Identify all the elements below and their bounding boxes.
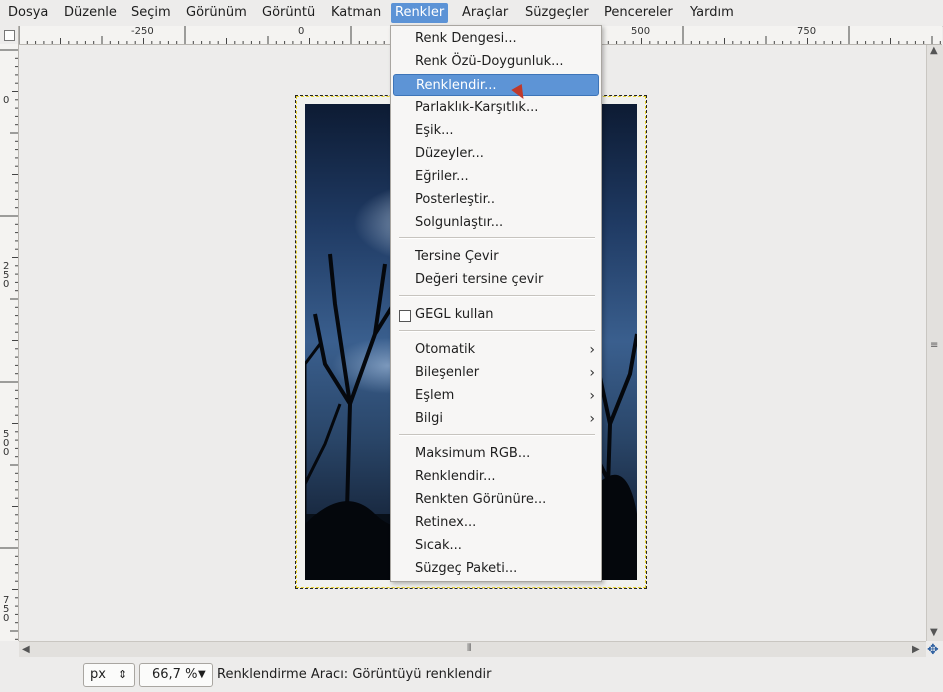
menu-katman[interactable]: Katman bbox=[327, 3, 385, 23]
menu-item-brightness-contrast[interactable]: Parlaklık-Karşıtlık... bbox=[391, 97, 601, 119]
colors-menu: Renk Dengesi... Renk Özü-Doygunluk... Re… bbox=[390, 25, 602, 582]
zoom-selector[interactable]: 66,7 % ▼ bbox=[139, 663, 213, 687]
menu-goruntu[interactable]: Görüntü bbox=[258, 3, 319, 23]
menu-item-auto-label: Otomatik bbox=[415, 342, 476, 357]
menu-gorunum[interactable]: Görünüm bbox=[182, 3, 251, 23]
menu-item-curves[interactable]: Eğriler... bbox=[391, 166, 601, 188]
menu-dosya[interactable]: Dosya bbox=[4, 3, 52, 23]
menu-suzgecler[interactable]: Süzgeçler bbox=[521, 3, 593, 23]
ruler-top-label: -250 bbox=[131, 26, 154, 37]
submenu-arrow-icon: › bbox=[589, 365, 595, 381]
ruler-top-label: 750 bbox=[797, 26, 817, 37]
unit-selector[interactable]: px ⇕ bbox=[83, 663, 135, 687]
vertical-scrollbar[interactable]: ▲ ≡ ▼ bbox=[926, 45, 943, 641]
scroll-up-icon[interactable]: ▲ bbox=[930, 45, 938, 56]
menu-item-threshold[interactable]: Eşik... bbox=[391, 120, 601, 142]
scroll-thumb-grip-icon[interactable]: ⦀ bbox=[467, 643, 471, 654]
ruler-left-label: 0 bbox=[3, 95, 10, 106]
menu-item-map-label: Eşlem bbox=[415, 388, 455, 403]
menu-item-value-invert[interactable]: Değeri tersine çevir bbox=[391, 269, 601, 291]
menu-separator bbox=[399, 295, 595, 297]
menu-separator bbox=[399, 330, 595, 332]
menu-item-filter-pack[interactable]: Süzgeç Paketi... bbox=[391, 558, 601, 580]
scroll-right-icon[interactable]: ▶ bbox=[912, 644, 920, 655]
ruler-top-label: 0 bbox=[298, 26, 305, 37]
ruler-left[interactable]: 0 250 500 750 bbox=[0, 44, 19, 641]
menu-item-color-to-alpha[interactable]: Renkten Görünüre... bbox=[391, 489, 601, 511]
ruler-left-ticks bbox=[0, 49, 18, 640]
menu-duzenle[interactable]: Düzenle bbox=[60, 3, 121, 23]
zoom-value: 66,7 % bbox=[152, 667, 198, 682]
scroll-left-icon[interactable]: ◀ bbox=[22, 644, 30, 655]
menu-item-map[interactable]: Eşlem › bbox=[391, 385, 601, 407]
menu-item-retinex[interactable]: Retinex... bbox=[391, 512, 601, 534]
chevron-down-icon: ▼ bbox=[198, 669, 206, 680]
menu-item-info[interactable]: Bilgi › bbox=[391, 408, 601, 430]
horizontal-scrollbar[interactable]: ◀ ⦀ ▶ bbox=[19, 641, 926, 658]
menu-item-desaturate[interactable]: Solgunlaştır... bbox=[391, 212, 601, 234]
menu-item-posterize[interactable]: Posterleştir.. bbox=[391, 189, 601, 211]
menu-item-colorize[interactable]: Renklendir... bbox=[393, 74, 599, 96]
unit-value: px bbox=[90, 667, 106, 682]
menu-renkler[interactable]: Renkler bbox=[391, 3, 449, 23]
menu-pencereler[interactable]: Pencereler bbox=[600, 3, 677, 23]
scroll-down-icon[interactable]: ▼ bbox=[930, 627, 938, 638]
menu-item-hot[interactable]: Sıcak... bbox=[391, 535, 601, 557]
menu-separator bbox=[399, 237, 595, 239]
submenu-arrow-icon: › bbox=[589, 411, 595, 427]
menu-item-levels[interactable]: Düzeyler... bbox=[391, 143, 601, 165]
ruler-left-label: 500 bbox=[3, 429, 10, 458]
ruler-top-label: 500 bbox=[631, 26, 651, 37]
menu-item-components[interactable]: Bileşenler › bbox=[391, 362, 601, 384]
menu-araclar[interactable]: Araçlar bbox=[458, 3, 512, 23]
status-message: Renklendirme Aracı: Görüntüyü renklendir bbox=[217, 667, 492, 682]
menu-item-color-balance[interactable]: Renk Dengesi... bbox=[391, 28, 601, 50]
menu-item-auto[interactable]: Otomatik › bbox=[391, 339, 601, 361]
menu-item-colorify[interactable]: Renklendir... bbox=[391, 466, 601, 488]
scroll-thumb-grip-icon[interactable]: ≡ bbox=[930, 340, 938, 351]
gegl-checkbox[interactable] bbox=[399, 310, 411, 322]
navigate-icon[interactable]: ✥ bbox=[927, 642, 939, 658]
menu-item-use-gegl-label: GEGL kullan bbox=[415, 307, 494, 322]
menu-item-info-label: Bilgi bbox=[415, 411, 444, 426]
menu-item-invert[interactable]: Tersine Çevir bbox=[391, 246, 601, 268]
menu-yardim[interactable]: Yardım bbox=[686, 3, 738, 23]
menu-item-components-label: Bileşenler bbox=[415, 365, 480, 380]
menu-secim[interactable]: Seçim bbox=[127, 3, 175, 23]
spin-arrows-icon: ⇕ bbox=[118, 668, 128, 681]
menu-item-use-gegl[interactable]: GEGL kullan bbox=[391, 304, 601, 326]
ruler-left-label: 250 bbox=[3, 261, 10, 290]
menu-item-hue-saturation[interactable]: Renk Özü-Doygunluk... bbox=[391, 51, 601, 73]
menu-separator bbox=[399, 434, 595, 436]
menu-item-max-rgb[interactable]: Maksimum RGB... bbox=[391, 443, 601, 465]
submenu-arrow-icon: › bbox=[589, 342, 595, 358]
submenu-arrow-icon: › bbox=[589, 388, 595, 404]
quick-mask-icon bbox=[4, 30, 15, 41]
ruler-left-label: 750 bbox=[3, 595, 10, 624]
menubar: Dosya Düzenle Seçim Görünüm Görüntü Katm… bbox=[0, 0, 943, 27]
ruler-corner-button[interactable] bbox=[0, 26, 19, 45]
